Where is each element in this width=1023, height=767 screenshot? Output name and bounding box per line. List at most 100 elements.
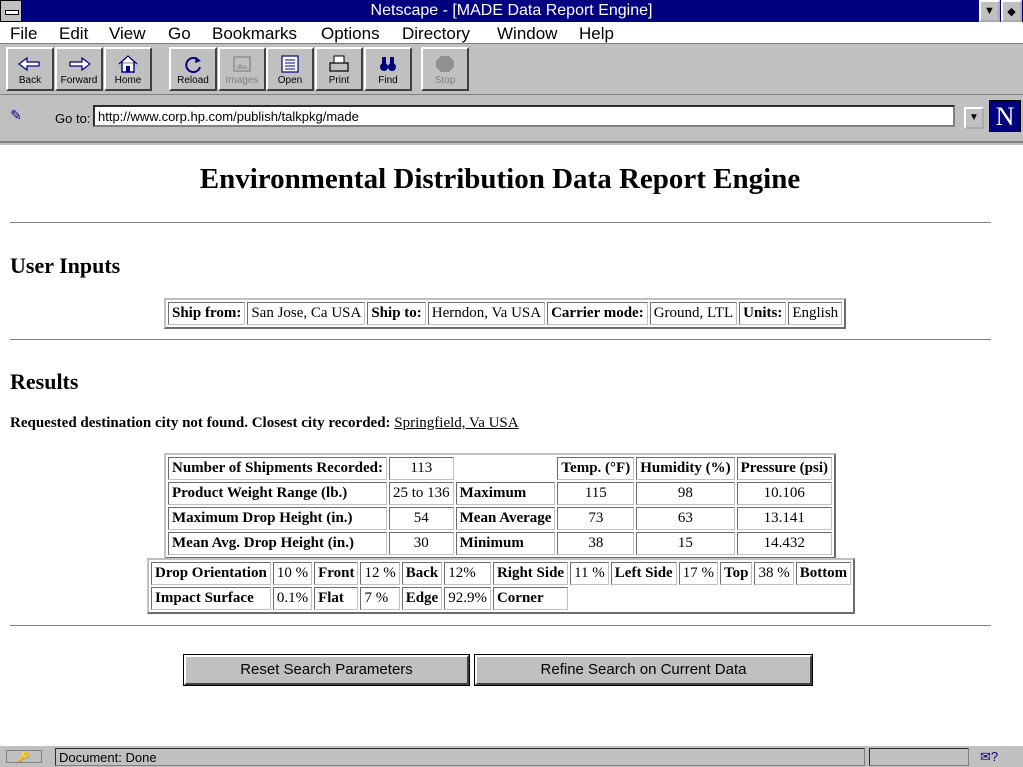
url-input[interactable]: http://www.corp.hp.com/publish/talkpkg/m…: [93, 105, 955, 127]
results-stats-table: Number of Shipments Recorded: 113 Temp. …: [164, 453, 836, 559]
open-label: Open: [277, 75, 303, 86]
shipments-value: 113: [388, 457, 454, 480]
title-bar: Netscape - [MADE Data Report Engine] ▼ ◆: [0, 0, 1023, 22]
reload-label: Reload: [177, 75, 209, 86]
reset-search-button[interactable]: Reset Search Parameters: [183, 654, 470, 686]
carrier-label: Carrier mode:: [547, 302, 648, 325]
row-label-minimum: Minimum: [455, 532, 556, 555]
url-dropdown-button[interactable]: ▼: [964, 107, 984, 129]
maximize-button[interactable]: ◆: [1001, 0, 1022, 22]
images-label: Images: [225, 75, 259, 86]
front-pct: 10 %: [272, 562, 313, 585]
humidity-mean: 63: [636, 507, 735, 530]
mean-drop-value: 30: [388, 532, 454, 555]
menu-options[interactable]: Options: [321, 24, 380, 44]
pressure-max: 10.106: [736, 482, 832, 505]
humidity-max: 98: [636, 482, 735, 505]
printer-icon: [329, 55, 349, 72]
row-label-maximum: Maximum: [455, 482, 556, 505]
home-button[interactable]: Home: [104, 47, 152, 91]
units-label: Units:: [739, 302, 787, 325]
ship-to-value: Herndon, Va USA: [427, 302, 546, 325]
mean-drop-label: Mean Avg. Drop Height (in.): [168, 532, 387, 555]
status-text: Document: Done: [55, 748, 865, 766]
right-side-label: Right Side: [492, 562, 569, 585]
print-button[interactable]: Print: [315, 47, 363, 91]
print-label: Print: [328, 75, 350, 86]
corner-pct: 92.9%: [444, 587, 491, 610]
reload-icon: [185, 57, 201, 74]
progress-pane: [869, 748, 969, 766]
forward-label: Forward: [60, 75, 98, 86]
menu-view[interactable]: View: [109, 24, 146, 44]
left-side-label: Left Side: [610, 562, 677, 585]
minimize-button[interactable]: ▼: [979, 0, 1000, 22]
menu-edit[interactable]: Edit: [59, 24, 88, 44]
pressure-header: Pressure (psi): [736, 457, 832, 480]
corner-label: Corner: [492, 587, 569, 610]
forward-button[interactable]: Forward: [55, 47, 103, 91]
refine-search-button[interactable]: Refine Search on Current Data: [474, 654, 813, 686]
back-label: Back: [18, 75, 42, 86]
home-icon: [118, 55, 138, 73]
top-pct: 17 %: [678, 562, 718, 585]
front-label: Front: [314, 562, 359, 585]
page-content: Environmental Distribution Data Report E…: [0, 145, 1023, 745]
ship-from-value: San Jose, Ca USA: [247, 302, 366, 325]
netscape-logo[interactable]: N: [989, 100, 1021, 132]
menu-window[interactable]: Window: [497, 24, 557, 44]
menu-file[interactable]: File: [10, 24, 37, 44]
edge-pct: 7 %: [360, 587, 400, 610]
user-inputs-table: Ship from: San Jose, Ca USA Ship to: Her…: [164, 298, 847, 329]
max-drop-value: 54: [388, 507, 454, 530]
reload-button[interactable]: Reload: [169, 47, 217, 91]
empty-cell: [455, 457, 556, 480]
stop-label: Stop: [434, 75, 456, 86]
table-row: Mean Avg. Drop Height (in.) 30 Minimum 3…: [168, 532, 832, 555]
menu-help[interactable]: Help: [579, 24, 614, 44]
right-side-pct: 12%: [444, 562, 491, 585]
pressure-min: 14.432: [736, 532, 832, 555]
bookmark-link-icon[interactable]: ✎: [7, 107, 25, 125]
location-bar: ✎ Go to: http://www.corp.hp.com/publish/…: [0, 97, 1023, 143]
ship-to-label: Ship to:: [367, 302, 426, 325]
menu-directory[interactable]: Directory: [402, 24, 470, 44]
images-icon: [233, 56, 251, 72]
images-button[interactable]: Images: [218, 47, 266, 91]
find-button[interactable]: Find: [364, 47, 412, 91]
surface-label: Impact Surface: [151, 587, 271, 610]
menu-go[interactable]: Go: [168, 24, 191, 44]
window-title: Netscape - [MADE Data Report Engine]: [370, 2, 653, 19]
stop-button[interactable]: Stop: [421, 47, 469, 91]
closest-city-link[interactable]: Springfield, Va USA: [394, 415, 518, 431]
stop-icon: [436, 56, 454, 72]
table-row: Number of Shipments Recorded: 113 Temp. …: [168, 457, 832, 480]
toolbar: Back Forward Home Reload Images Open Pri…: [0, 45, 1023, 95]
back-button[interactable]: Back: [6, 47, 54, 91]
top-label: Top: [719, 562, 753, 585]
mail-icon[interactable]: ✉?: [980, 749, 998, 765]
menu-bookmarks[interactable]: Bookmarks: [212, 24, 297, 44]
left-side-pct: 11 %: [570, 562, 609, 585]
flat-label: Flat: [314, 587, 359, 610]
divider: [10, 222, 991, 224]
carrier-value: Ground, LTL: [649, 302, 738, 325]
bottom-label: Bottom: [795, 562, 852, 585]
open-button[interactable]: Open: [266, 47, 314, 91]
back-pct: 12 %: [360, 562, 400, 585]
home-label: Home: [114, 75, 142, 86]
drop-orientation-table: Drop Orientation 10 % Front 12 % Back 12…: [147, 558, 856, 614]
orientation-label: Drop Orientation: [151, 562, 271, 585]
table-row: Maximum Drop Height (in.) 54 Mean Averag…: [168, 507, 832, 530]
temp-header: Temp. (°F): [557, 457, 635, 480]
open-icon: [281, 55, 299, 73]
humidity-min: 15: [636, 532, 735, 555]
weight-value: 25 to 136: [388, 482, 454, 505]
back-arrow-icon: [18, 56, 40, 72]
page-title: Environmental Distribution Data Report E…: [199, 163, 801, 195]
security-key-icon[interactable]: 🔑: [6, 750, 42, 763]
max-drop-label: Maximum Drop Height (in.): [168, 507, 387, 530]
table-row: Ship from: San Jose, Ca USA Ship to: Her…: [168, 302, 843, 325]
back-label: Back: [401, 562, 443, 585]
pressure-mean: 13.141: [736, 507, 832, 530]
